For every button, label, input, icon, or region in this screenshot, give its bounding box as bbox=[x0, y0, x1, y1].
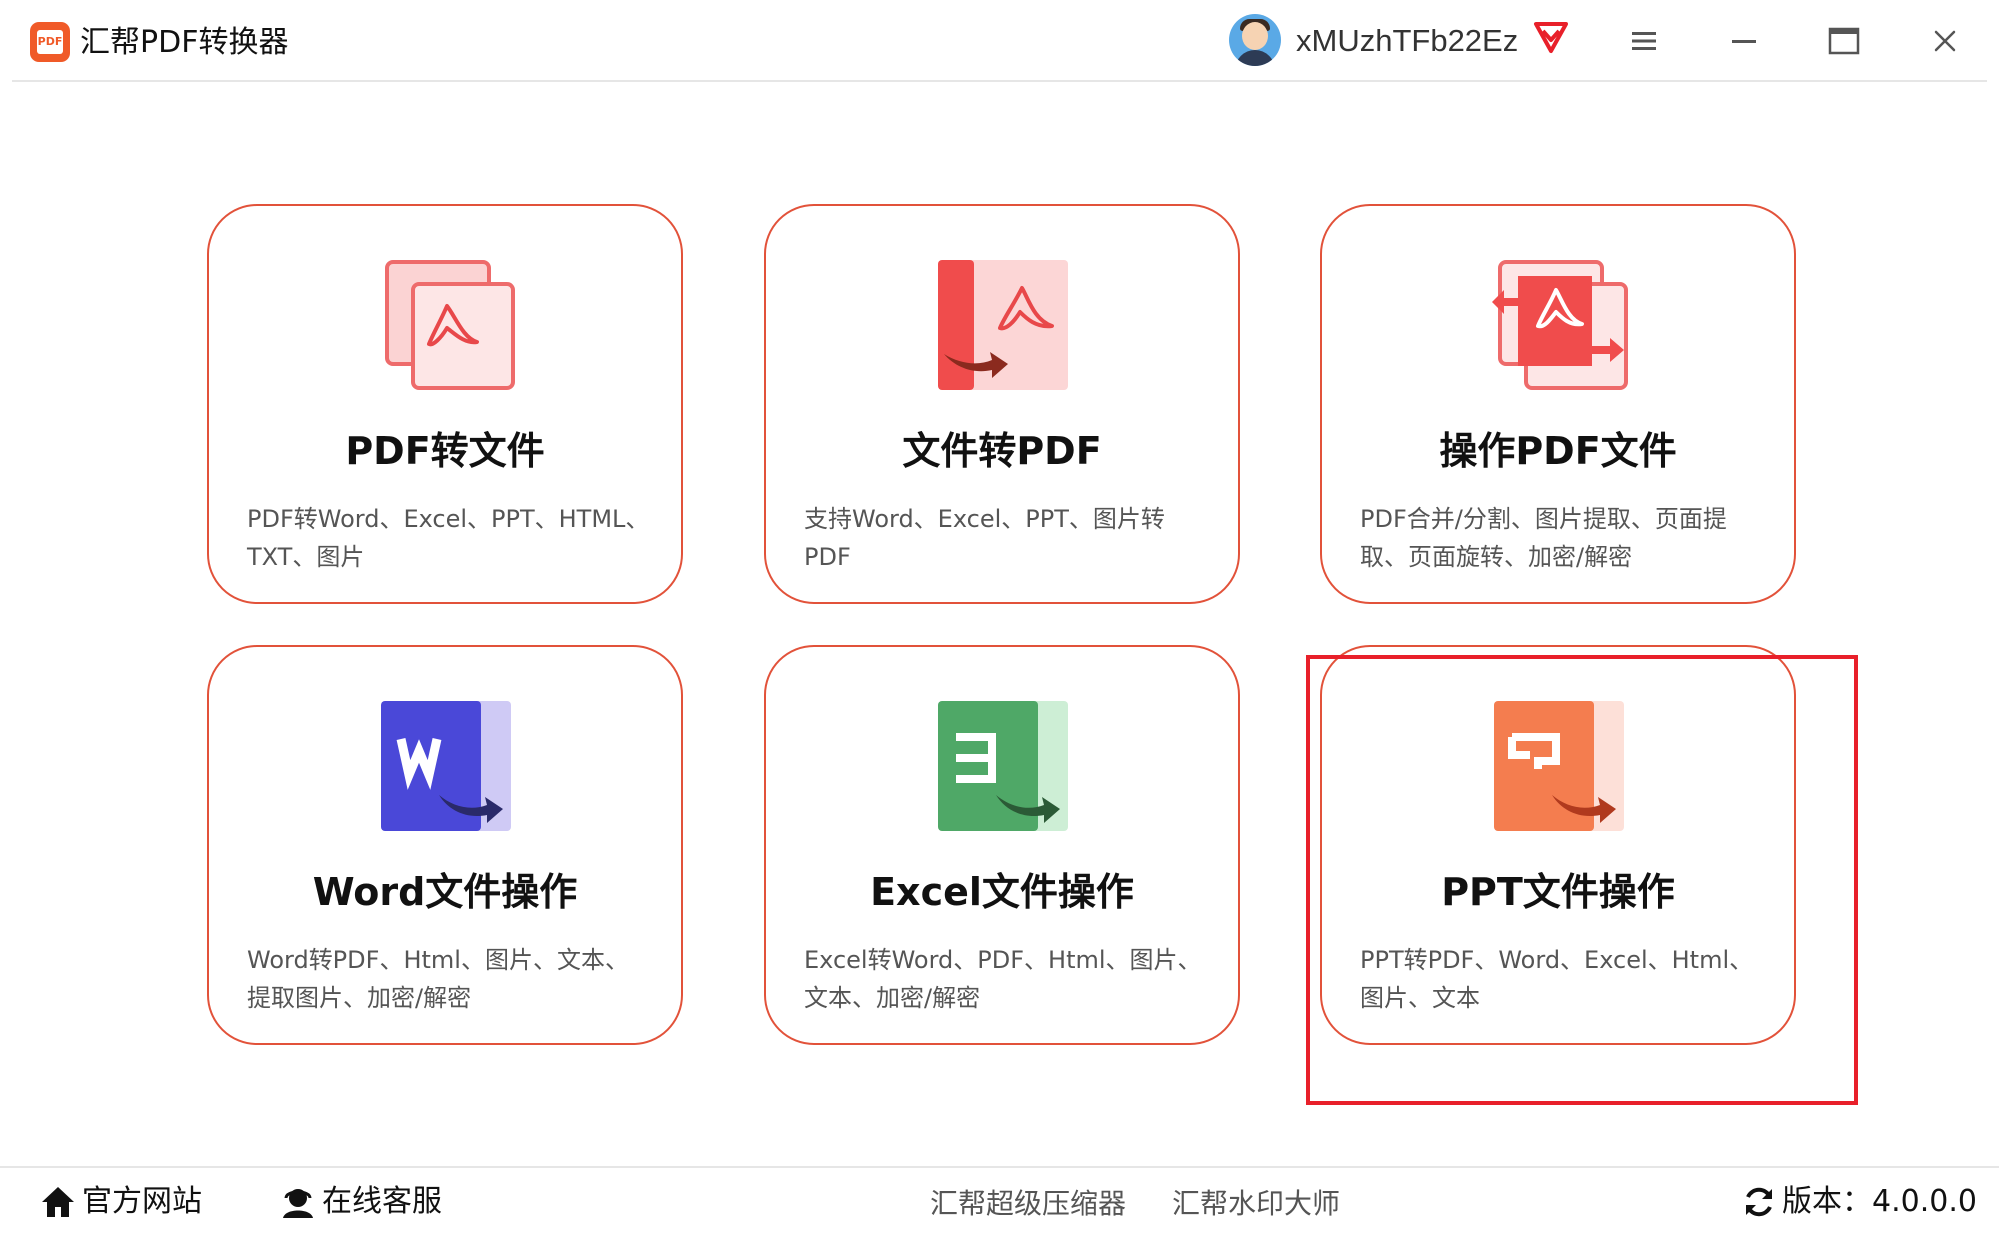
home-icon bbox=[42, 1187, 74, 1217]
word-file-icon bbox=[381, 701, 511, 831]
menu-icon[interactable] bbox=[1630, 28, 1658, 54]
card-description: PDF合并/分割、图片提取、页面提取、页面旋转、加密/解密 bbox=[1360, 505, 1727, 571]
maximize-icon[interactable] bbox=[1828, 26, 1860, 56]
card-description: Excel转Word、PDF、Html、图片、文本、加密/解密 bbox=[804, 946, 1202, 1012]
minimize-icon[interactable] bbox=[1730, 28, 1758, 54]
file-to-pdf-icon bbox=[938, 260, 1068, 390]
card-description: PPT转PDF、Word、Excel、Html、图片、文本 bbox=[1360, 946, 1754, 1012]
support-agent-icon bbox=[283, 1189, 313, 1218]
card-pdf-operations[interactable]: 操作PDF文件 PDF合并/分割、图片提取、页面提取、页面旋转、加密/解密 bbox=[1320, 204, 1796, 604]
watermark-link[interactable]: 汇帮水印大师 bbox=[1172, 1182, 1340, 1226]
card-word-operations[interactable]: Word文件操作 Word转PDF、Html、图片、文本、提取图片、加密/解密 bbox=[207, 645, 683, 1045]
official-website-link[interactable]: 官方网站 bbox=[40, 1180, 202, 1224]
card-file-to-pdf[interactable]: 文件转PDF 支持Word、Excel、PPT、图片转PDF bbox=[764, 204, 1240, 604]
card-description: 支持Word、Excel、PPT、图片转PDF bbox=[804, 505, 1165, 571]
version-info[interactable]: 版本：4.0.0.0 bbox=[1742, 1180, 1977, 1224]
card-title: Excel文件操作 bbox=[870, 870, 1134, 914]
pdf-to-file-icon bbox=[385, 260, 515, 390]
online-support-label: 在线客服 bbox=[322, 1184, 442, 1219]
avatar-icon[interactable] bbox=[1229, 14, 1281, 66]
title-bar: PDF 汇帮PDF转换器 xMUzhTFb22Ez bbox=[0, 0, 1999, 84]
card-description: PDF转Word、Excel、PPT、HTML、TXT、图片 bbox=[247, 505, 650, 571]
close-icon[interactable] bbox=[1930, 26, 1960, 56]
app-logo-text: PDF bbox=[37, 30, 63, 54]
card-ppt-operations[interactable]: PPT文件操作 PPT转PDF、Word、Excel、Html、图片、文本 bbox=[1320, 645, 1796, 1045]
version-label: 版本：4.0.0.0 bbox=[1782, 1184, 1977, 1219]
app-title: 汇帮PDF转换器 bbox=[80, 25, 289, 60]
card-title: 操作PDF文件 bbox=[1439, 429, 1677, 473]
online-support-link[interactable]: 在线客服 bbox=[280, 1180, 442, 1224]
footer-divider bbox=[0, 1166, 1999, 1168]
card-title: PPT文件操作 bbox=[1441, 870, 1675, 914]
official-website-label: 官方网站 bbox=[82, 1184, 202, 1219]
username[interactable]: xMUzhTFb22Ez bbox=[1296, 18, 1518, 64]
card-pdf-to-file[interactable]: PDF转文件 PDF转Word、Excel、PPT、HTML、TXT、图片 bbox=[207, 204, 683, 604]
app-logo-icon: PDF bbox=[30, 22, 70, 62]
vip-diamond-icon[interactable] bbox=[1532, 20, 1570, 54]
card-description: Word转PDF、Html、图片、文本、提取图片、加密/解密 bbox=[247, 946, 629, 1012]
ppt-file-icon bbox=[1494, 701, 1624, 831]
pdf-operations-icon bbox=[1492, 260, 1628, 390]
card-title: Word文件操作 bbox=[312, 870, 578, 914]
excel-file-icon bbox=[938, 701, 1068, 831]
title-divider bbox=[12, 80, 1987, 82]
compressor-link[interactable]: 汇帮超级压缩器 bbox=[930, 1182, 1126, 1226]
card-title: PDF转文件 bbox=[345, 429, 545, 473]
footer-bar: 官方网站 在线客服 汇帮超级压缩器 汇帮水印大师 版本：4.0.0.0 bbox=[0, 1166, 1999, 1233]
card-title: 文件转PDF bbox=[902, 429, 1102, 473]
refresh-icon bbox=[1746, 1187, 1772, 1217]
app-window: PDF 汇帮PDF转换器 xMUzhTFb22Ez PDF转文件 PDF转Wor… bbox=[0, 0, 1999, 1233]
card-excel-operations[interactable]: Excel文件操作 Excel转Word、PDF、Html、图片、文本、加密/解… bbox=[764, 645, 1240, 1045]
